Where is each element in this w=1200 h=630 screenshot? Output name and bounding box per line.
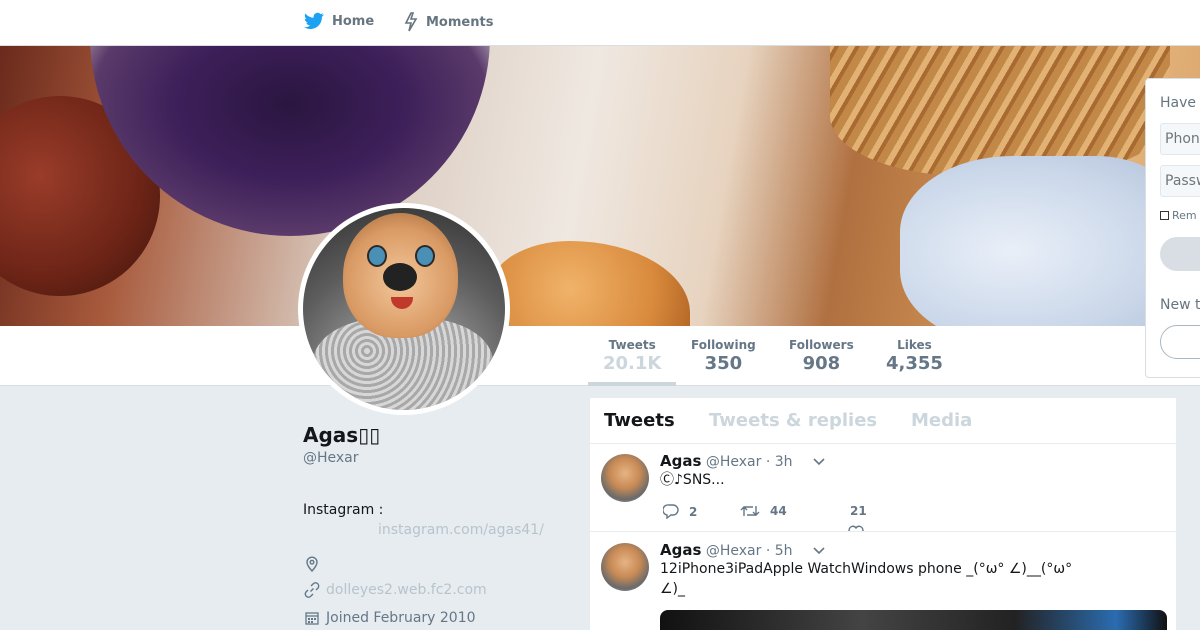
link-icon	[304, 582, 320, 598]
stat-label: Followers	[789, 338, 854, 352]
password-input[interactable]	[1160, 165, 1200, 197]
profile-location	[304, 556, 326, 572]
location-pin-icon	[306, 556, 318, 572]
profile-website[interactable]: dolleyes2.web.fc2.com	[304, 582, 487, 598]
stat-value: 350	[704, 353, 743, 374]
remember-checkbox[interactable]	[1160, 211, 1169, 220]
banner-cookie	[490, 241, 690, 326]
tweet-author-name[interactable]: Agas	[660, 541, 701, 559]
tweet-author-handle[interactable]: @Hexar	[706, 543, 762, 559]
profile-joined-text: Joined February 2010	[326, 610, 476, 626]
tweet-time[interactable]: · 5h	[766, 543, 793, 559]
tweet-header: Agas @Hexar · 3h	[660, 452, 793, 470]
tweet-timeline: Tweets Tweets & replies Media Agas @Hexa…	[589, 397, 1178, 630]
profile-banner	[0, 46, 1200, 326]
stat-tweets[interactable]: Tweets 20.1K	[603, 338, 661, 374]
profile-name: Agas▯▯	[303, 423, 381, 447]
nav-home-label: Home	[332, 13, 375, 29]
phone-input[interactable]	[1160, 123, 1200, 155]
stat-value: 20.1K	[603, 353, 662, 374]
login-card: Have Rem New t	[1145, 78, 1200, 378]
tweet-item[interactable]: Agas @Hexar · 5h 12iPhone3iPadApple Watc…	[590, 533, 1178, 630]
stat-label: Following	[691, 338, 756, 352]
stat-following[interactable]: Following 350	[691, 338, 756, 374]
avatar-nose	[383, 263, 417, 291]
reply-count: 2	[689, 504, 698, 519]
tweet-time[interactable]: · 3h	[766, 454, 793, 470]
timeline-tabs: Tweets Tweets & replies Media	[590, 398, 1176, 444]
nav-moments-label: Moments	[426, 14, 494, 30]
login-button[interactable]	[1160, 237, 1200, 271]
profile-website-text[interactable]: dolleyes2.web.fc2.com	[326, 582, 487, 598]
profile-avatar[interactable]	[298, 203, 510, 415]
tweet-header: Agas @Hexar · 5h	[660, 541, 793, 559]
nav-moments[interactable]: Moments	[404, 12, 493, 32]
reply-icon	[663, 504, 679, 519]
chevron-down-icon[interactable]	[813, 547, 825, 555]
reply-button[interactable]: 2	[663, 504, 697, 519]
bio-link[interactable]: instagram.com/agas41/	[378, 522, 544, 538]
tweet-item[interactable]: Agas @Hexar · 3h Ⓒ♪SNS... 2 44 21	[590, 444, 1178, 532]
profile-joined: Joined February 2010	[304, 610, 476, 626]
avatar-image	[303, 208, 505, 410]
nav-home[interactable]: Home	[304, 12, 374, 30]
tweet-media-image[interactable]	[660, 610, 1167, 630]
stat-likes[interactable]: Likes 4,355	[886, 338, 943, 374]
avatar-eye	[415, 245, 435, 267]
retweet-button[interactable]: 44	[740, 504, 787, 518]
like-count: 21	[850, 504, 867, 518]
avatar-face	[343, 213, 458, 338]
stat-label: Tweets	[608, 338, 656, 352]
signup-heading: New t	[1160, 297, 1200, 313]
tab-tweets[interactable]: Tweets	[604, 410, 675, 431]
banner-doll	[900, 156, 1180, 326]
avatar-mouth	[391, 297, 413, 309]
heart-icon[interactable]	[848, 524, 864, 532]
stat-followers[interactable]: Followers 908	[789, 338, 854, 374]
bird-icon	[304, 12, 324, 29]
tab-tweets-replies[interactable]: Tweets & replies	[709, 410, 877, 431]
avatar-eye	[367, 245, 387, 267]
chevron-down-icon[interactable]	[813, 458, 825, 466]
profile-handle[interactable]: @Hexar	[303, 450, 359, 466]
tweet-avatar[interactable]	[601, 454, 649, 502]
active-stat-underline	[588, 382, 676, 386]
tweet-text: 12iPhone3iPadApple WatchWindows phone _(…	[660, 561, 1073, 597]
tweet-author-handle[interactable]: @Hexar	[706, 454, 762, 470]
remember-label: Rem	[1172, 209, 1197, 222]
tweet-avatar[interactable]	[601, 543, 649, 591]
profile-bio: Instagram :	[303, 502, 384, 518]
stat-value: 4,355	[886, 353, 943, 374]
retweet-icon	[740, 506, 760, 516]
calendar-icon	[305, 612, 319, 625]
login-heading: Have	[1160, 95, 1197, 111]
lightning-icon	[404, 12, 418, 32]
remember-me[interactable]: Rem	[1160, 209, 1197, 222]
stat-value: 908	[802, 353, 841, 374]
signup-button[interactable]	[1160, 325, 1200, 359]
stat-label: Likes	[897, 338, 932, 352]
profile-stats-bar: Tweets 20.1K Following 350 Followers 908…	[0, 326, 1200, 386]
tweet-author-name[interactable]: Agas	[660, 452, 701, 470]
top-navigation-bar: Home Moments	[0, 0, 1200, 46]
tweet-text: Ⓒ♪SNS...	[660, 472, 725, 488]
tab-media[interactable]: Media	[911, 410, 972, 431]
like-button[interactable]: 21	[850, 504, 867, 518]
retweet-count: 44	[770, 504, 787, 518]
